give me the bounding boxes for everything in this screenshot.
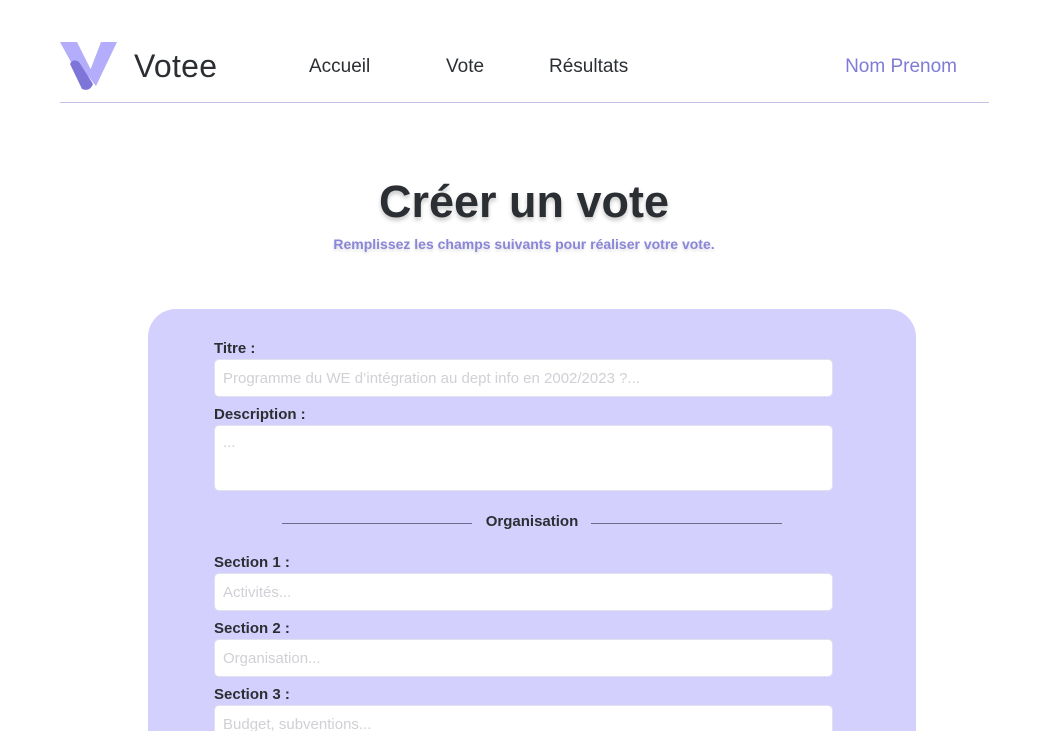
nav-accueil[interactable]: Accueil bbox=[309, 56, 370, 78]
user-name-link[interactable]: Nom Prenom bbox=[845, 56, 957, 78]
brand-name[interactable]: Votee bbox=[134, 48, 217, 85]
divider-line-right bbox=[591, 523, 782, 524]
section-2-input[interactable] bbox=[214, 639, 833, 677]
title-input[interactable] bbox=[214, 359, 833, 397]
section-2-label: Section 2 : bbox=[214, 620, 290, 637]
organisation-divider: Organisation bbox=[282, 513, 782, 533]
section-3-label: Section 3 : bbox=[214, 686, 290, 703]
description-label: Description : bbox=[214, 406, 306, 423]
description-textarea[interactable] bbox=[214, 425, 833, 491]
nav-vote[interactable]: Vote bbox=[446, 56, 484, 78]
title-label: Titre : bbox=[214, 340, 256, 357]
section-1-label: Section 1 : bbox=[214, 554, 290, 571]
divider-label: Organisation bbox=[485, 513, 579, 530]
page-title: Créer un vote bbox=[378, 176, 670, 227]
v-logo-icon[interactable] bbox=[60, 40, 118, 92]
create-vote-form: Titre : Description : Organisation Secti… bbox=[148, 309, 916, 731]
top-header: Votee Accueil Vote Résultats Nom Prenom bbox=[60, 40, 989, 103]
nav-resultats[interactable]: Résultats bbox=[549, 56, 628, 78]
section-1-input[interactable] bbox=[214, 573, 833, 611]
section-3-input[interactable] bbox=[214, 705, 833, 731]
page-subtitle: Remplissez les champs suivants pour réal… bbox=[333, 236, 715, 252]
